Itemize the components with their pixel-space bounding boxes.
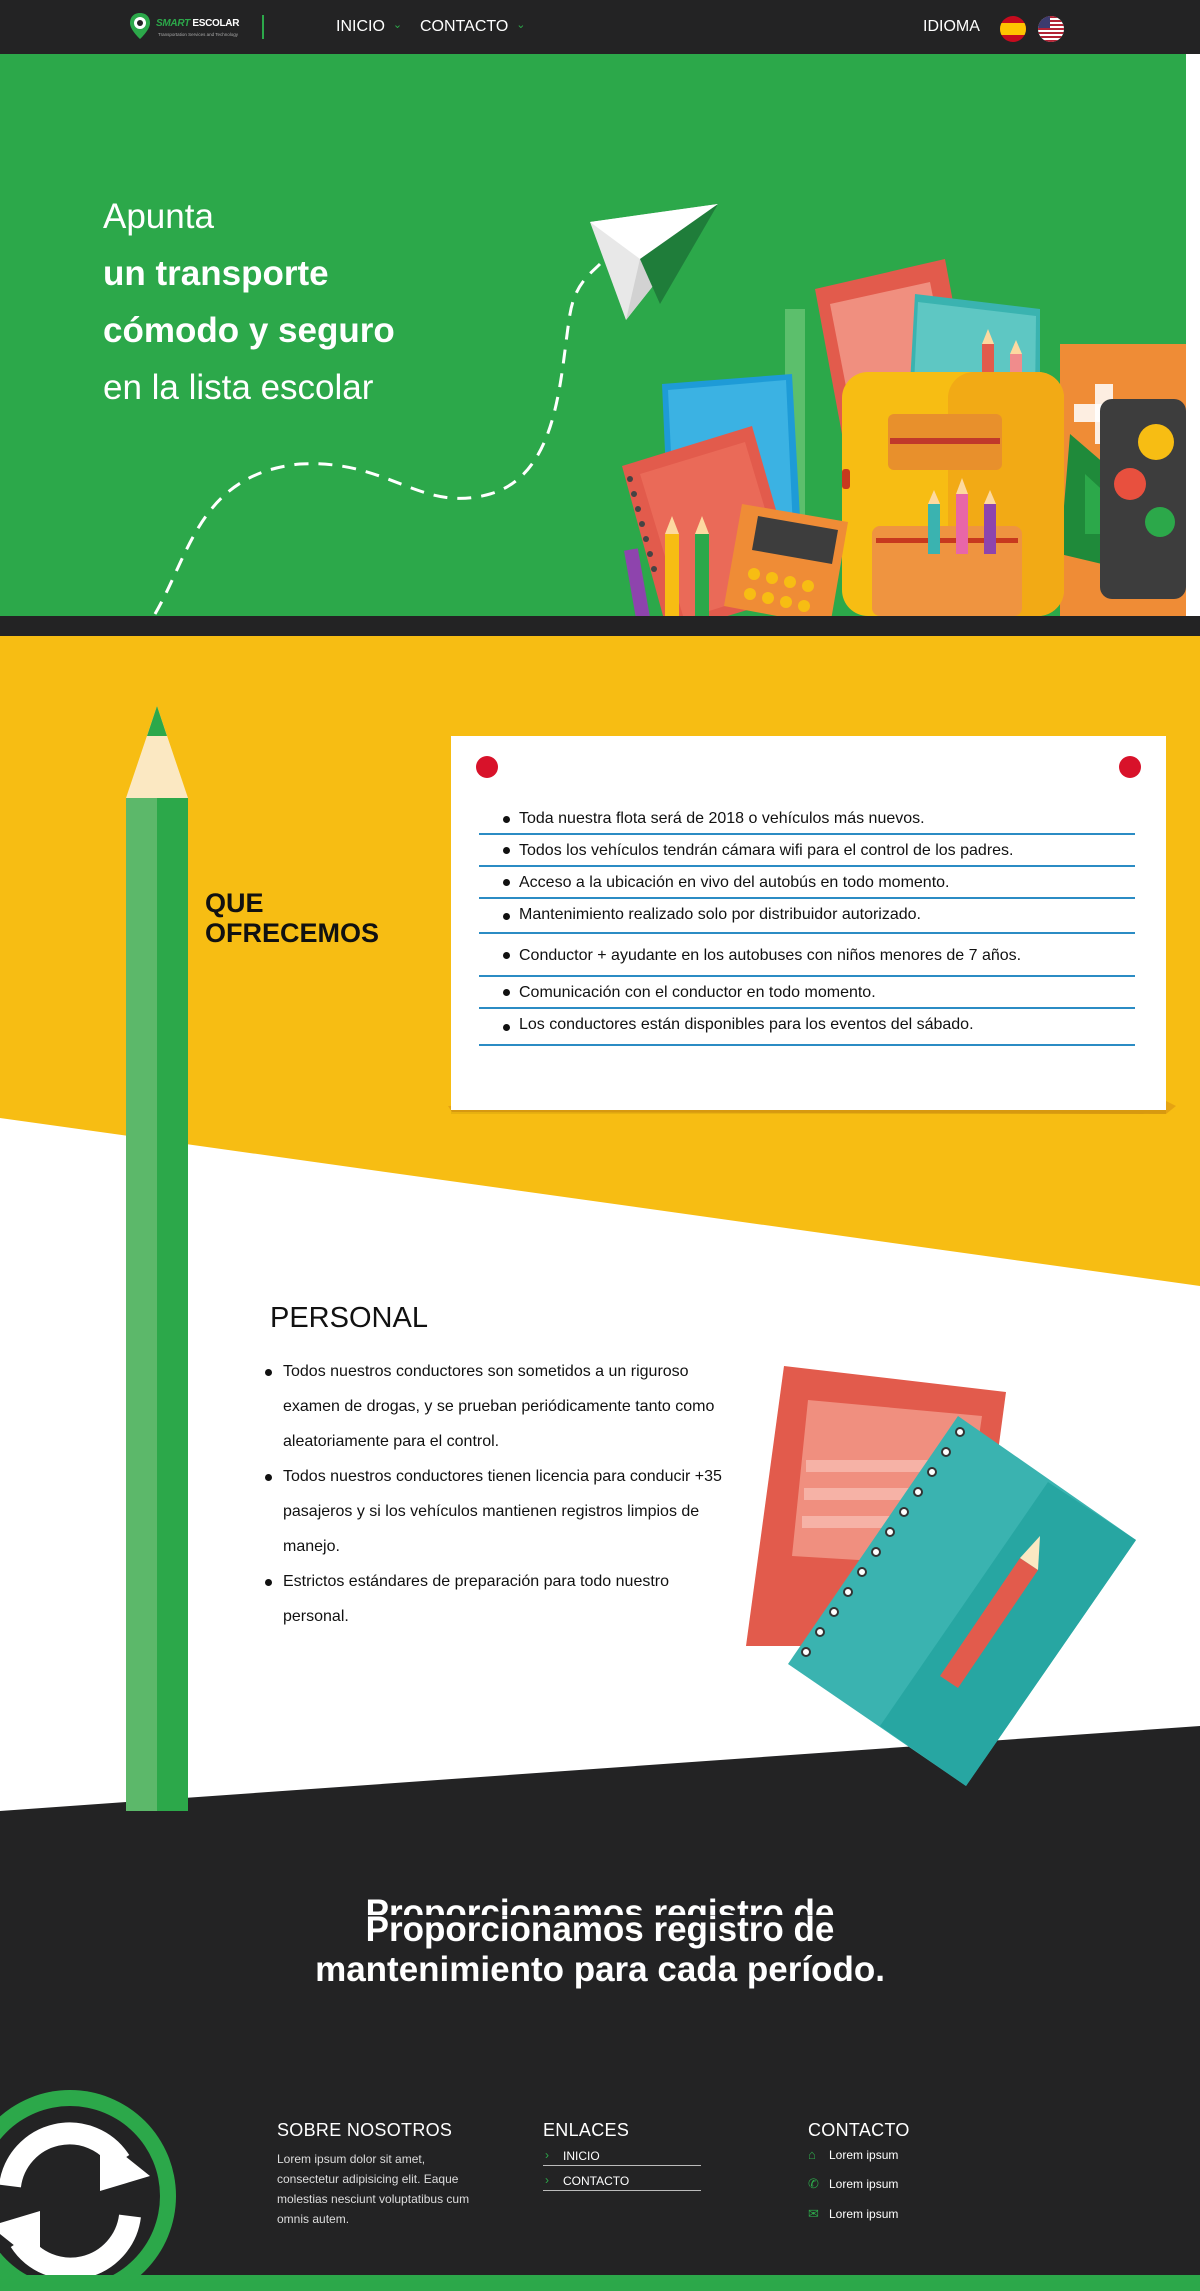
nav-item-contacto[interactable]: CONTACTO ⌄ bbox=[420, 18, 526, 36]
personal-list: Todos nuestros conductores son sometidos… bbox=[265, 1354, 735, 1634]
contact-phone[interactable]: ✆ Lorem ipsum bbox=[808, 2176, 910, 2192]
chevron-down-icon: ⌄ bbox=[516, 19, 526, 31]
paper-plane-icon bbox=[590, 204, 718, 320]
footer-heading: ENLACES bbox=[543, 2120, 630, 2140]
list-item: Comunicación con el conductor en todo mo… bbox=[479, 977, 1135, 1009]
list-item: Todos nuestros conductores son sometidos… bbox=[265, 1354, 735, 1459]
hero-line-4: en la lista escolar bbox=[103, 368, 374, 407]
contact-email[interactable]: ✉ Lorem ipsum bbox=[808, 2206, 910, 2222]
chevron-down-icon: ⌄ bbox=[392, 19, 403, 31]
green-pencil-icon bbox=[126, 706, 188, 1811]
section-divider-band bbox=[0, 616, 1200, 636]
smart-escolar-logo[interactable]: SMART ESCOLAR Transportation Services an… bbox=[128, 12, 240, 42]
envelope-icon: ✉ bbox=[808, 2206, 819, 2221]
hero-headline: Apunta un transporte cómodo y seguro en … bbox=[103, 188, 395, 416]
home-icon: ⌂ bbox=[808, 2147, 816, 2162]
features-section: QUE OFRECEMOS Toda nuestra flota será de… bbox=[0, 636, 1200, 1811]
language-label: IDIOMA bbox=[923, 18, 980, 35]
hero-line-3: cómodo y seguro bbox=[103, 311, 395, 350]
footer-heading: SOBRE NOSOTROS bbox=[277, 2120, 453, 2140]
footer-link-contacto[interactable]: › CONTACTO bbox=[543, 2172, 701, 2191]
footer-section: Proporcionamos registro de Proporcionamo… bbox=[0, 1811, 1200, 2291]
title-line: OFRECEMOS bbox=[205, 918, 380, 948]
pin-icon bbox=[476, 756, 498, 778]
usa-flag-icon[interactable] bbox=[1038, 16, 1064, 42]
list-item: Acceso a la ubicación en vivo del autobú… bbox=[479, 867, 1135, 899]
location-pin-logo-icon bbox=[130, 13, 150, 39]
footer-links: ENLACES › INICIO › CONTACTO bbox=[543, 2120, 701, 2191]
title-line: QUE bbox=[205, 888, 264, 918]
top-navbar: SMART ESCOLAR Transportation Services an… bbox=[0, 0, 1200, 54]
nav-item-inicio[interactable]: INICIO ⌄ bbox=[336, 18, 402, 36]
contact-text: Lorem ipsum bbox=[829, 2147, 899, 2162]
chevron-right-icon: › bbox=[545, 2173, 549, 2187]
list-item: Todos los vehículos tendrán cámara wifi … bbox=[479, 835, 1135, 867]
spain-flag-icon[interactable] bbox=[1000, 16, 1026, 42]
logo-tagline: Transportation Services and Technology bbox=[158, 32, 239, 37]
footer-link-inicio[interactable]: › INICIO bbox=[543, 2147, 701, 2166]
logo-wordmark: SMART ESCOLAR bbox=[156, 18, 240, 29]
contact-text: Lorem ipsum bbox=[829, 2177, 899, 2191]
contact-home[interactable]: ⌂ Lorem ipsum bbox=[808, 2147, 910, 2162]
list-item: Estrictos estándares de preparación para… bbox=[265, 1564, 735, 1634]
chevron-right-icon: › bbox=[545, 2148, 549, 2162]
footer-link-label: INICIO bbox=[563, 2149, 600, 2163]
hero-line-1: Apunta bbox=[103, 197, 214, 236]
footer-link-label: CONTACTO bbox=[563, 2174, 630, 2188]
footer-about-text: Lorem ipsum dolor sit amet, consectetur … bbox=[277, 2152, 470, 2226]
list-item: Conductor + ayudante en los autobuses co… bbox=[479, 934, 1135, 977]
refresh-cycle-icon bbox=[0, 2090, 180, 2291]
cta-line-2: mantenimiento para cada período. bbox=[315, 1950, 885, 1989]
personal-title: PERSONAL bbox=[270, 1302, 428, 1334]
footer-heading: CONTACTO bbox=[808, 2120, 910, 2140]
cta-line-1: Proporcionamos registro de bbox=[365, 1910, 835, 1949]
list-item: Los conductores están disponibles para l… bbox=[479, 1009, 1135, 1046]
hero-line-2: un transporte bbox=[103, 254, 329, 293]
offer-list: Toda nuestra flota será de 2018 o vehícu… bbox=[479, 804, 1135, 1046]
que-ofrecemos-title: QUE OFRECEMOS bbox=[205, 888, 379, 948]
bottom-green-bar bbox=[0, 2275, 1200, 2291]
nav-item-label: INICIO bbox=[336, 18, 385, 35]
offer-paper-card: Toda nuestra flota será de 2018 o vehícu… bbox=[451, 736, 1166, 1110]
list-item: Todos nuestros conductores tienen licenc… bbox=[265, 1459, 735, 1564]
nav-item-label: CONTACTO bbox=[420, 18, 509, 35]
pin-icon bbox=[1119, 756, 1141, 778]
cta-title: Proporcionamos registro de mantenimiento… bbox=[0, 1910, 1200, 1990]
list-item: Toda nuestra flota será de 2018 o vehícu… bbox=[479, 804, 1135, 835]
phone-icon: ✆ bbox=[808, 2176, 819, 2191]
nav-divider bbox=[262, 15, 264, 39]
footer-about: SOBRE NOSOTROS Lorem ipsum dolor sit ame… bbox=[277, 2120, 487, 2229]
hero-banner: Apunta un transporte cómodo y seguro en … bbox=[0, 54, 1186, 616]
notebooks-illustration bbox=[746, 1366, 1136, 1786]
hero-edge-strip bbox=[1186, 54, 1200, 616]
footer-contact: CONTACTO ⌂ Lorem ipsum ✆ Lorem ipsum ✉ Lore… bbox=[808, 2120, 910, 2222]
contact-text: Lorem ipsum bbox=[829, 2207, 899, 2221]
list-item: Mantenimiento realizado solo por distrib… bbox=[479, 899, 1135, 934]
